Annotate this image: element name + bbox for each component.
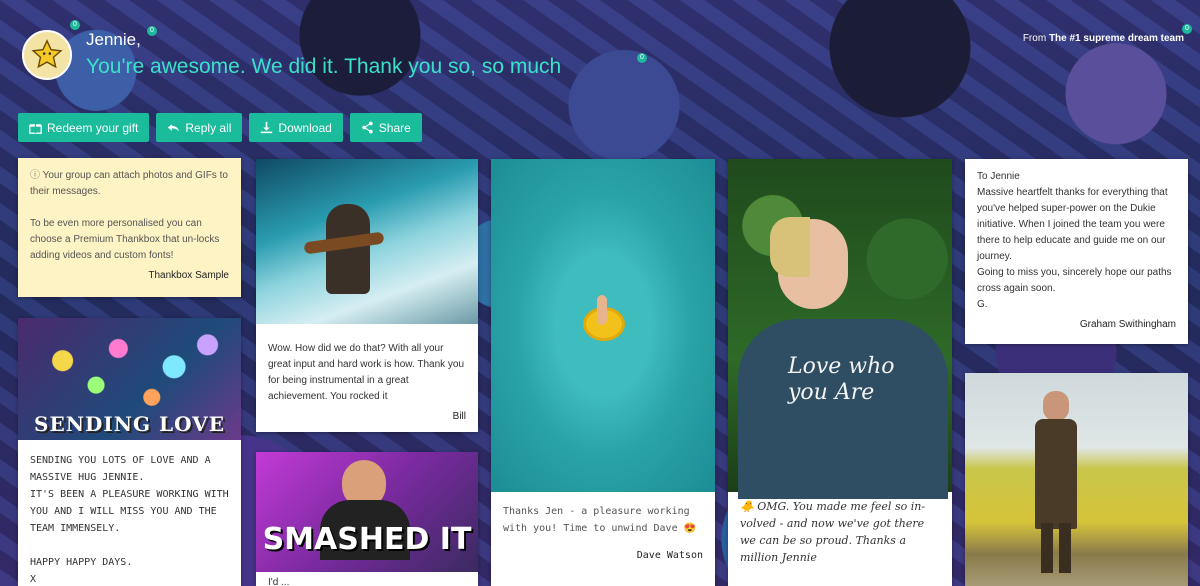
graham-signature: Graham Swithingham [1079, 319, 1176, 330]
smashed-it-partial-text: I'd ... [268, 577, 290, 586]
recipient-name: Jennie, [86, 30, 141, 49]
recipient-edit-badge[interactable]: 0 [147, 26, 157, 36]
man-head [1043, 391, 1069, 421]
from-line: From The #1 supreme dream team [1023, 33, 1184, 44]
redeem-gift-button[interactable]: Redeem your gift [18, 113, 150, 142]
info-line1: Your group can attach photos and GIFs to… [30, 170, 228, 197]
smashed-it-card[interactable]: SMASHED IT I'd ... [256, 452, 478, 586]
girl-hair [770, 217, 810, 277]
download-button[interactable]: Download [249, 113, 343, 142]
sending-love-message-2: IT'S BEEN A PLEASURE WORKING WITH YOU AN… [30, 489, 229, 534]
sending-love-caption: SENDING LOVE [34, 412, 225, 436]
graham-card[interactable]: To Jennie Massive heartfelt thanks for e… [965, 159, 1188, 344]
sending-love-gif: SENDING LOVE [18, 318, 241, 440]
share-icon [362, 121, 373, 134]
reply-all-label: Reply all [185, 120, 232, 135]
star-icon [31, 39, 63, 69]
girl-card[interactable]: Love who you Are 🐥 OMG. You made me feel… [728, 159, 952, 586]
sending-love-card[interactable]: SENDING LOVE SENDING YOU LOTS OF LOVE AN… [18, 318, 241, 586]
smashed-it-gif: SMASHED IT [256, 452, 478, 572]
man-suit [1035, 419, 1077, 529]
bill-card[interactable]: Wow. How did we do that? With all your g… [256, 159, 478, 432]
field-photo-card[interactable] [965, 373, 1188, 586]
download-label: Download [278, 120, 332, 135]
gift-icon [29, 124, 42, 134]
girl-shirt: Love who you Are [738, 319, 948, 499]
page-header: 0 Jennie, 0 You're awesome. We did it. T… [22, 20, 1192, 90]
share-label: Share [378, 120, 411, 135]
info-card: ⓘ Your group can attach photos and GIFs … [18, 158, 241, 297]
action-bar: Redeem your gift Reply all Download Shar… [18, 113, 422, 142]
smashed-it-caption: SMASHED IT [262, 522, 472, 557]
info-signature: Thankbox Sample [148, 270, 229, 281]
redeem-gift-label: Redeem your gift [47, 120, 139, 135]
dave-card[interactable]: Thanks Jen - a pleasure working with you… [491, 159, 715, 586]
swimmer-figure [597, 295, 607, 325]
headline-edit-badge[interactable]: 0 [637, 53, 647, 63]
girl-photo: Love who you Are [728, 159, 952, 499]
from-prefix: From [1022, 33, 1049, 44]
girl-message: 🐥 OMG. You made me feel so in-volved - a… [740, 500, 926, 564]
graham-to: To Jennie [977, 171, 1020, 182]
sending-love-message-4: X [30, 574, 37, 585]
sending-love-message: SENDING YOU LOTS OF LOVE AND A MASSIVE H… [30, 455, 211, 483]
from-team: The #1 supreme dream team [1048, 33, 1184, 44]
from-edit-badge[interactable]: 0 [1182, 24, 1192, 34]
sending-love-message-3: HAPPY HAPPY DAYS. [30, 557, 133, 568]
man-leg-left [1041, 523, 1053, 573]
info-icon: ⓘ [30, 170, 40, 181]
bill-message: Wow. How did we do that? With all your g… [268, 343, 465, 402]
graham-message: Massive heartfelt thanks for everything … [977, 187, 1168, 262]
dave-message: Thanks Jen - a pleasure working with you… [503, 506, 697, 534]
bill-signature: Bill [452, 411, 466, 422]
graham-message-3: G. [977, 299, 988, 310]
surfing-guitarist-gif [256, 159, 478, 324]
avatar-edit-badge[interactable]: 0 [70, 20, 80, 30]
info-text-1: ⓘ Your group can attach photos and GIFs … [30, 168, 229, 200]
download-icon [261, 121, 273, 134]
shirt-text: Love who you Are [788, 354, 895, 405]
share-button[interactable]: Share [349, 113, 422, 142]
pool-float-photo [491, 159, 715, 492]
man-leg-right [1059, 523, 1071, 573]
avatar [22, 30, 72, 80]
headline: You're awesome. We did it. Thank you so,… [86, 55, 562, 78]
reply-all-button[interactable]: Reply all [156, 113, 243, 142]
reply-all-icon [168, 124, 180, 132]
graham-message-2: Going to miss you, sincerely hope our pa… [977, 267, 1172, 294]
man-in-field-photo [965, 373, 1188, 586]
info-text-2: To be even more personalised you can cho… [30, 218, 220, 261]
dave-signature: Dave Watson [636, 550, 703, 561]
